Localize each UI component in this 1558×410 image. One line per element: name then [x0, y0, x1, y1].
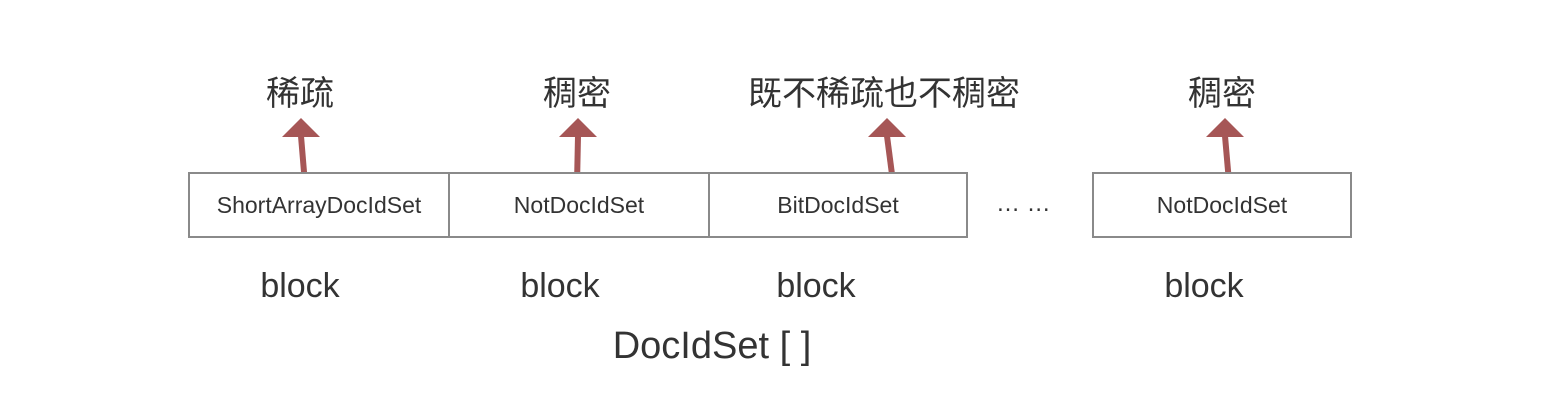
docidset-diagram: 稀疏 稠密 既不稀疏也不稠密 稠密 ShortArrayDocIdSet Not…: [0, 0, 1558, 410]
density-label-dense-last: 稠密: [1188, 75, 1256, 113]
block-box-label: NotDocIdSet: [1156, 191, 1288, 218]
density-label-sparse: 稀疏: [266, 75, 334, 113]
docidset-array-label: DocIdSet [ ]: [612, 325, 812, 367]
block-label: block: [520, 267, 600, 305]
block-box-bit-docidset: BitDocIdSet: [708, 172, 968, 238]
block-box-label: BitDocIdSet: [777, 191, 899, 218]
block-box-label: ShortArrayDocIdSet: [216, 191, 422, 218]
density-label-neither: 既不稀疏也不稠密: [748, 75, 1020, 113]
density-label-dense: 稠密: [543, 75, 611, 113]
block-box-label: NotDocIdSet: [513, 191, 645, 218]
block-label: block: [1164, 267, 1244, 305]
block-box-short-array-docidset: ShortArrayDocIdSet: [188, 172, 450, 238]
block-box-not-docidset-last: NotDocIdSet: [1092, 172, 1352, 238]
ellipsis: … …: [996, 190, 1051, 217]
block-label: block: [776, 267, 856, 305]
block-box-not-docidset: NotDocIdSet: [448, 172, 710, 238]
block-label: block: [260, 267, 340, 305]
